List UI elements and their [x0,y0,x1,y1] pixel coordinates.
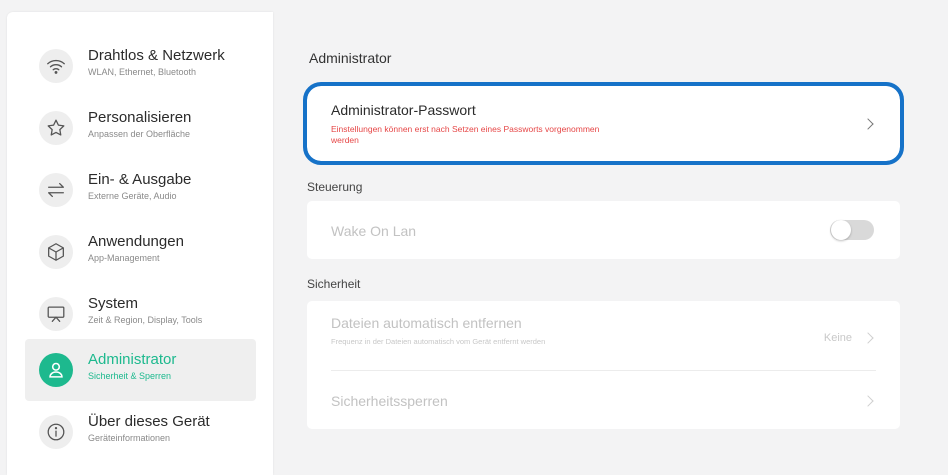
chevron-right-icon [862,395,874,407]
admin-password-note: Einstellungen können erst nach Setzen ei… [331,124,600,145]
wifi-icon [39,49,73,83]
admin-password-card[interactable]: Administrator-Passwort Einstellungen kön… [303,82,904,165]
auto-remove-title: Dateien automatisch entfernen [331,315,522,331]
sidebar-item-about[interactable]: Über dieses Gerät Geräteinformationen [25,401,256,463]
star-icon [39,111,73,145]
sidebar-item-subtitle: Sicherheit & Sperren [88,371,172,381]
presentation-screen-icon [39,297,73,331]
chevron-right-icon [862,118,874,130]
sidebar-item-network[interactable]: Drahtlos & Netzwerk WLAN, Ethernet, Blue… [25,35,256,97]
security-locks-row[interactable]: Sicherheitssperren [307,371,900,429]
swap-arrows-icon [39,173,73,207]
section-label-steuerung: Steuerung [307,180,363,194]
sidebar-item-title: Über dieses Gerät [88,413,210,430]
sidebar-item-subtitle: Anpassen der Oberfläche [88,129,191,139]
auto-remove-row[interactable]: Dateien automatisch entfernen Frequenz i… [307,301,900,371]
sidebar-item-title: Anwendungen [88,233,184,250]
wake-on-lan-card: Wake On Lan [307,201,900,259]
sidebar-item-administrator[interactable]: Administrator Sicherheit & Sperren [25,339,256,401]
chevron-right-icon [862,332,874,344]
wake-on-lan-toggle[interactable] [830,220,874,240]
sidebar-item-title: Drahtlos & Netzwerk [88,47,225,64]
sidebar-item-title: Administrator [88,351,177,368]
security-card: Dateien automatisch entfernen Frequenz i… [307,301,900,429]
info-icon [39,415,73,449]
sidebar-item-subtitle: Externe Geräte, Audio [88,191,177,201]
section-label-sicherheit: Sicherheit [307,277,361,291]
sidebar-item-subtitle: App-Management [88,253,160,263]
page-title: Administrator [309,50,392,66]
sidebar: Drahtlos & Netzwerk WLAN, Ethernet, Blue… [7,12,273,475]
wake-on-lan-label: Wake On Lan [331,223,417,239]
sidebar-item-personalize[interactable]: Personalisieren Anpassen der Oberfläche [25,97,256,159]
auto-remove-note: Frequenz in der Dateien automatisch vom … [331,337,546,346]
sidebar-item-system[interactable]: System Zeit & Region, Display, Tools [25,283,256,345]
main-panel: Administrator Administrator-Passwort Ein… [273,0,948,475]
admin-password-title: Administrator-Passwort [331,102,476,118]
sidebar-item-subtitle: Geräteinformationen [88,433,171,443]
sidebar-item-input-output[interactable]: Ein- & Ausgabe Externe Geräte, Audio [25,159,256,221]
sidebar-item-subtitle: Zeit & Region, Display, Tools [88,315,203,325]
cube-icon [39,235,73,269]
sidebar-item-title: System [88,295,139,312]
auto-remove-value: Keine [823,332,852,344]
security-locks-title: Sicherheitssperren [331,393,448,409]
sidebar-item-title: Ein- & Ausgabe [88,171,192,188]
sidebar-item-subtitle: WLAN, Ethernet, Bluetooth [88,67,197,77]
toggle-knob [831,220,851,240]
sidebar-item-title: Personalisieren [88,109,192,126]
sidebar-item-apps[interactable]: Anwendungen App-Management [25,221,256,283]
user-icon [39,353,73,387]
